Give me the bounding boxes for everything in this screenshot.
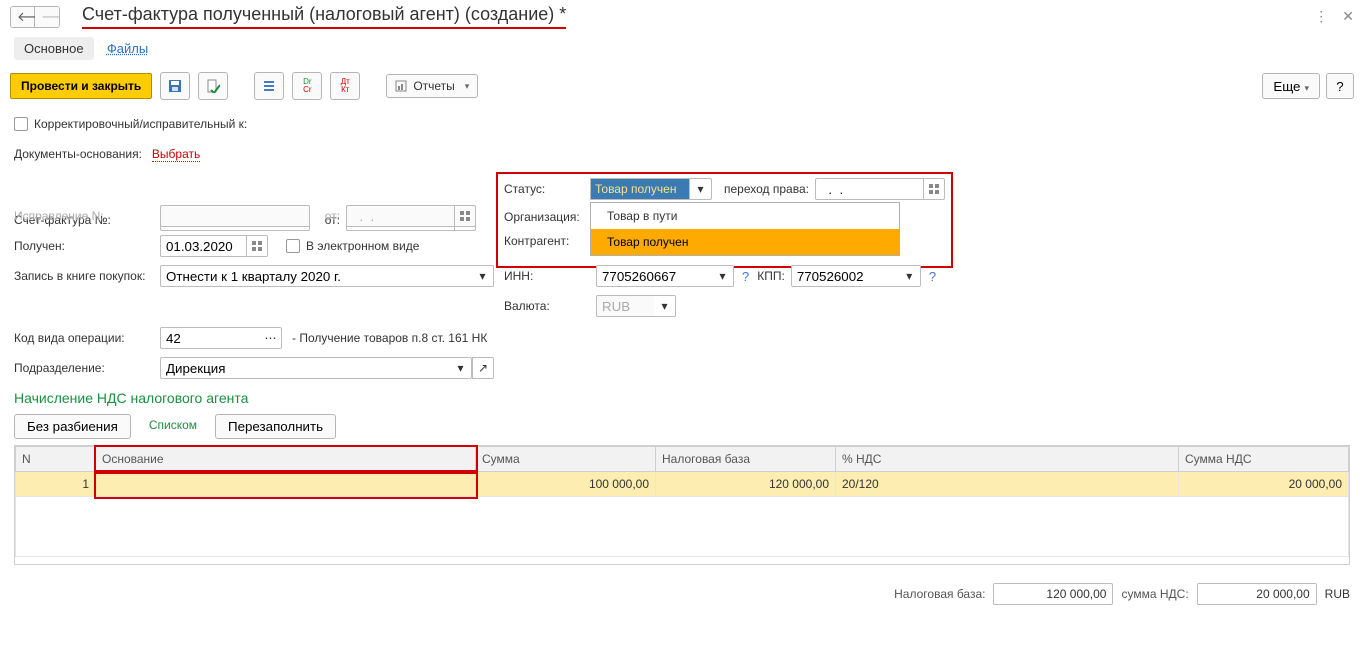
correction-num-field — [160, 205, 310, 227]
currency-dropdown-btn[interactable]: ▾ — [654, 295, 676, 317]
dt-kt-button[interactable]: ДтКт — [330, 72, 360, 100]
vat-section-title: Начисление НДС налогового агента — [14, 386, 1350, 410]
table-row[interactable]: 1 100 000,00 120 000,00 20/120 20 000,00 — [16, 472, 1349, 497]
cell-taxbase[interactable]: 120 000,00 — [656, 472, 836, 497]
tab-files[interactable]: Файлы — [97, 37, 158, 60]
corrective-label: Корректировочный/исправительный к: — [34, 117, 247, 131]
correction-from-label: от: — [316, 209, 340, 223]
currency-field — [596, 295, 654, 317]
calendar-icon — [252, 241, 262, 251]
status-dropdown-btn[interactable]: ▾ — [690, 178, 712, 200]
footer-vat-label: сумма НДС: — [1121, 587, 1188, 601]
page-title: Счет-фактура полученный (налоговый агент… — [78, 4, 570, 29]
cell-n[interactable]: 1 — [16, 472, 96, 497]
subdiv-label: Подразделение: — [14, 361, 154, 375]
col-basis[interactable]: Основание — [96, 447, 476, 472]
cp-label: Контрагент: — [504, 234, 584, 248]
more-button[interactable]: Еще — [1262, 73, 1320, 99]
correction-label: Исправление N: — [14, 209, 154, 223]
correction-date-field — [346, 205, 454, 227]
kpp-field[interactable] — [791, 265, 899, 287]
status-dropdown-list[interactable]: Товар в пути Товар получен — [590, 202, 900, 256]
opcode-field[interactable] — [160, 327, 260, 349]
status-option-received[interactable]: Товар получен — [591, 229, 899, 255]
org-label: Организация: — [504, 210, 584, 224]
cell-rate[interactable]: 20/120 — [836, 472, 1179, 497]
col-taxbase[interactable]: Налоговая база — [656, 447, 836, 472]
list-icon — [262, 79, 276, 93]
save-button[interactable] — [160, 72, 190, 100]
col-vat[interactable]: Сумма НДС — [1179, 447, 1349, 472]
kpp-lookup-btn[interactable]: ▾ — [899, 265, 921, 287]
calendar-icon — [929, 184, 939, 194]
post-and-close-button[interactable]: Провести и закрыть — [10, 73, 152, 99]
status-option-transit[interactable]: Товар в пути — [591, 203, 899, 229]
status-label: Статус: — [504, 182, 584, 196]
status-field[interactable]: Товар получен — [590, 178, 690, 200]
structure-button[interactable] — [254, 72, 284, 100]
calendar-icon — [460, 211, 470, 221]
correction-date-picker — [454, 205, 476, 227]
received-label: Получен: — [14, 239, 154, 253]
book-field[interactable] — [160, 265, 472, 287]
rights-date-picker[interactable] — [923, 178, 945, 200]
footer-vat-value: 20 000,00 — [1197, 583, 1317, 605]
help-button[interactable]: ? — [1326, 73, 1354, 99]
opcode-label: Код вида операции: — [14, 331, 154, 345]
corrective-checkbox[interactable] — [14, 117, 28, 131]
subdiv-field[interactable] — [160, 357, 450, 379]
received-date-picker[interactable] — [246, 235, 268, 257]
footer-taxbase-label: Налоговая база: — [894, 587, 985, 601]
reports-button[interactable]: Отчеты — [386, 74, 478, 98]
basis-docs-label: Документы-основания: — [14, 147, 142, 161]
kpp-help-icon[interactable]: ? — [927, 269, 938, 284]
basis-select-link[interactable]: Выбрать — [152, 147, 200, 162]
book-dropdown-btn[interactable]: ▾ — [472, 265, 494, 287]
tab-main[interactable]: Основное — [14, 37, 94, 60]
nav-back-button[interactable]: 🡐 — [11, 7, 35, 27]
post-button[interactable] — [198, 72, 228, 100]
as-list-link[interactable]: Списком — [139, 414, 207, 439]
cell-vat[interactable]: 20 000,00 — [1179, 472, 1349, 497]
electronic-label: В электронном виде — [306, 239, 419, 253]
currency-label: Валюта: — [504, 299, 590, 313]
floppy-icon — [168, 79, 182, 93]
nav-arrows[interactable]: 🡐 🡒 — [10, 6, 60, 28]
opcode-lookup-btn[interactable]: ⋯ — [260, 327, 282, 349]
dr-cr-icon: DrCr — [303, 78, 311, 94]
dt-kt-icon: ДтКт — [341, 78, 350, 94]
rights-date-field[interactable] — [815, 178, 923, 200]
subdiv-open-btn[interactable]: ↗ — [472, 357, 494, 379]
refill-button[interactable]: Перезаполнить — [215, 414, 336, 439]
close-icon[interactable]: ✕ — [1342, 8, 1354, 25]
inn-lookup-btn[interactable]: ▾ — [712, 265, 734, 287]
col-rate[interactable]: % НДС — [836, 447, 1179, 472]
inn-field[interactable] — [596, 265, 712, 287]
nav-forward-button[interactable]: 🡒 — [35, 7, 59, 27]
vat-table[interactable]: N Основание Сумма Налоговая база % НДС С… — [14, 445, 1350, 565]
received-date-field[interactable] — [160, 235, 246, 257]
cell-basis[interactable] — [96, 472, 476, 497]
inn-help-icon[interactable]: ? — [740, 269, 751, 284]
footer-taxbase-value: 120 000,00 — [993, 583, 1113, 605]
book-label: Запись в книге покупок: — [14, 269, 154, 283]
col-sum[interactable]: Сумма — [476, 447, 656, 472]
no-split-button[interactable]: Без разбиения — [14, 414, 131, 439]
table-empty-area[interactable] — [16, 497, 1349, 557]
dr-cr-button[interactable]: DrCr — [292, 72, 322, 100]
footer-currency: RUB — [1325, 587, 1350, 601]
opcode-description: - Получение товаров п.8 ст. 161 НК — [292, 331, 487, 345]
cell-sum[interactable]: 100 000,00 — [476, 472, 656, 497]
subdiv-dropdown-btn[interactable]: ▾ — [450, 357, 472, 379]
document-check-icon — [206, 79, 220, 93]
electronic-checkbox[interactable] — [286, 239, 300, 253]
report-icon — [395, 80, 407, 92]
kpp-label: КПП: — [757, 269, 785, 283]
inn-label: ИНН: — [504, 269, 590, 283]
col-n[interactable]: N — [16, 447, 96, 472]
rights-label: переход права: — [724, 182, 809, 196]
kebab-icon[interactable]: ⋮ — [1314, 8, 1328, 25]
